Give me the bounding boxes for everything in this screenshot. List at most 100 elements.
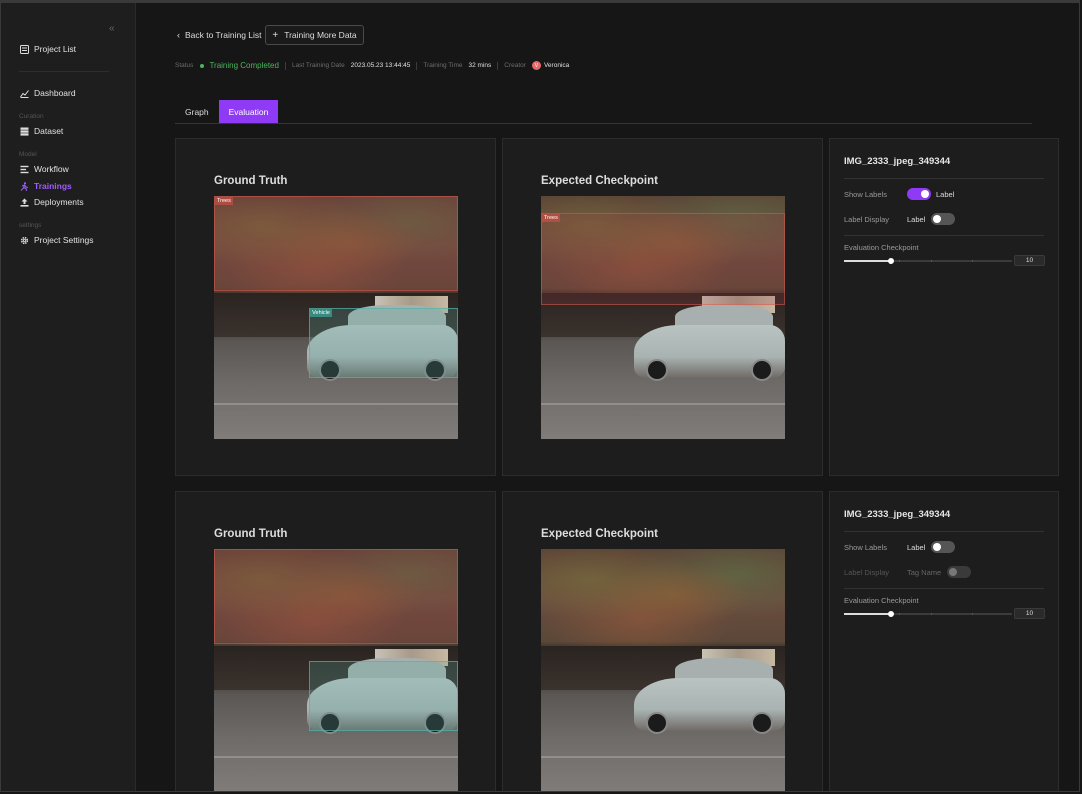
label-display-toggle[interactable] bbox=[931, 213, 955, 225]
status-label: Status bbox=[175, 62, 194, 69]
expected-checkpoint-image bbox=[541, 549, 785, 791]
sidebar-item-dataset[interactable]: Dataset bbox=[19, 126, 63, 136]
database-icon bbox=[19, 126, 29, 136]
bbox-vehicle bbox=[309, 660, 458, 732]
ground-truth-image: Trees Vehicle bbox=[214, 196, 458, 439]
tab-bar: Graph Evaluation bbox=[175, 100, 1032, 124]
sidebar-item-label: Dataset bbox=[34, 126, 64, 136]
bbox-trees: Trees bbox=[541, 213, 785, 306]
image-settings-panel: IMG_2333_jpeg_349344 Show Labels Label L… bbox=[829, 491, 1059, 791]
sidebar-item-project-settings[interactable]: Project Settings bbox=[19, 235, 94, 245]
panel-title: Expected Checkpoint bbox=[541, 528, 658, 540]
label-display-label: Label Display bbox=[844, 215, 890, 224]
show-labels-label: Show Labels bbox=[844, 543, 887, 552]
sidebar-item-dashboard[interactable]: Dashboard bbox=[19, 88, 76, 98]
divider bbox=[844, 531, 1044, 532]
divider bbox=[497, 61, 499, 70]
bbox-vehicle: Vehicle bbox=[309, 307, 458, 379]
bbox-label: Trees bbox=[542, 214, 560, 222]
sidebar-item-trainings[interactable]: Trainings bbox=[19, 181, 72, 191]
status-value: Training Completed bbox=[209, 61, 279, 70]
creator-label: Creator bbox=[504, 62, 526, 69]
sidebar-item-label: Deployments bbox=[34, 197, 84, 207]
bbox-trees bbox=[214, 549, 458, 644]
evaluation-checkpoint-slider[interactable] bbox=[844, 611, 1012, 617]
chart-icon bbox=[19, 88, 29, 98]
label-display-toggle[interactable] bbox=[947, 566, 971, 578]
avatar: V bbox=[531, 61, 541, 70]
show-labels-value: Label bbox=[907, 543, 926, 552]
evaluation-checkpoint-slider[interactable] bbox=[844, 258, 1012, 264]
image-settings-panel: IMG_2333_jpeg_349344 Show Labels Label L… bbox=[829, 138, 1059, 476]
panel-title: Ground Truth bbox=[214, 528, 288, 540]
divider bbox=[284, 61, 286, 70]
training-time-value: 32 mins bbox=[468, 62, 492, 69]
training-more-data-button[interactable]: + Training More Data bbox=[265, 25, 364, 45]
image-name: IMG_2333_jpeg_349344 bbox=[844, 156, 951, 167]
sidebar-item-label: Trainings bbox=[34, 181, 72, 191]
label-display-value: Label bbox=[907, 215, 926, 224]
workflow-icon bbox=[19, 164, 29, 174]
label-display-value: Tag Name bbox=[907, 568, 942, 577]
show-labels-toggle[interactable] bbox=[907, 188, 931, 200]
sidebar-section-curation: Curation bbox=[19, 113, 44, 120]
bbox-label: Vehicle bbox=[310, 308, 332, 317]
collapse-sidebar-icon[interactable]: « bbox=[109, 23, 115, 34]
expected-checkpoint-panel: Expected Checkpoint bbox=[502, 491, 823, 791]
plus-icon: + bbox=[272, 29, 279, 41]
sidebar-item-project-list[interactable]: Project List bbox=[19, 44, 76, 54]
status-dot-icon bbox=[200, 63, 205, 68]
slider-handle[interactable] bbox=[888, 258, 895, 264]
back-link-label: Back to Training List bbox=[185, 30, 262, 40]
button-label: Training More Data bbox=[284, 30, 357, 40]
divider bbox=[416, 61, 418, 70]
evaluation-checkpoint-input[interactable]: 10 bbox=[1014, 255, 1045, 266]
creator-value: Veronica bbox=[543, 62, 570, 69]
sidebar-item-label: Project Settings bbox=[34, 235, 94, 245]
last-training-date-label: Last Training Date bbox=[291, 62, 345, 69]
ground-truth-panel: Ground Truth bbox=[175, 491, 496, 791]
panel-title: Ground Truth bbox=[214, 175, 288, 187]
show-labels-value: Label bbox=[936, 190, 955, 199]
chevron-left-icon: ‹ bbox=[177, 30, 180, 40]
training-run-icon bbox=[19, 181, 29, 191]
last-training-date-value: 2023.05.23 13:44:45 bbox=[350, 62, 411, 69]
divider bbox=[844, 235, 1044, 236]
list-icon bbox=[19, 44, 29, 54]
divider bbox=[844, 588, 1044, 589]
sidebar-section-settings: settings bbox=[19, 222, 42, 229]
tab-graph[interactable]: Graph bbox=[175, 100, 219, 123]
training-status-bar: Status Training Completed Last Training … bbox=[175, 61, 569, 70]
sidebar-section-model: Model bbox=[19, 151, 37, 158]
label-display-label: Label Display bbox=[844, 568, 890, 577]
app-window: « Project List Dashboard Curation Datase… bbox=[0, 0, 1080, 792]
evaluation-checkpoint-input[interactable]: 10 bbox=[1014, 608, 1045, 619]
main-content: ‹ Back to Training List + Training More … bbox=[137, 3, 1079, 791]
back-to-training-list-link[interactable]: ‹ Back to Training List bbox=[177, 30, 262, 40]
slider-handle[interactable] bbox=[888, 611, 895, 617]
evaluation-checkpoint-label: Evaluation Checkpoint bbox=[844, 243, 919, 252]
sidebar-item-label: Workflow bbox=[34, 164, 69, 174]
gear-icon bbox=[19, 235, 29, 245]
sidebar-divider bbox=[19, 71, 109, 72]
panel-title: Expected Checkpoint bbox=[541, 175, 658, 187]
sidebar-item-deployments[interactable]: Deployments bbox=[19, 197, 84, 207]
ground-truth-image bbox=[214, 549, 458, 791]
sidebar-item-label: Dashboard bbox=[34, 88, 76, 98]
training-time-label: Training Time bbox=[423, 62, 463, 69]
image-name: IMG_2333_jpeg_349344 bbox=[844, 509, 951, 520]
show-labels-label: Show Labels bbox=[844, 190, 887, 199]
ground-truth-panel: Ground Truth Trees Vehicle bbox=[175, 138, 496, 476]
expected-checkpoint-image: Trees bbox=[541, 196, 785, 439]
tab-evaluation[interactable]: Evaluation bbox=[218, 100, 279, 123]
bbox-trees: Trees bbox=[214, 196, 458, 291]
sidebar: « Project List Dashboard Curation Datase… bbox=[1, 3, 136, 791]
expected-checkpoint-panel: Expected Checkpoint Trees bbox=[502, 138, 823, 476]
bbox-label: Trees bbox=[215, 197, 233, 205]
show-labels-toggle[interactable] bbox=[931, 541, 955, 553]
evaluation-checkpoint-label: Evaluation Checkpoint bbox=[844, 596, 919, 605]
sidebar-item-label: Project List bbox=[34, 44, 77, 54]
upload-icon bbox=[19, 197, 29, 207]
sidebar-item-workflow[interactable]: Workflow bbox=[19, 164, 69, 174]
divider bbox=[844, 178, 1044, 179]
